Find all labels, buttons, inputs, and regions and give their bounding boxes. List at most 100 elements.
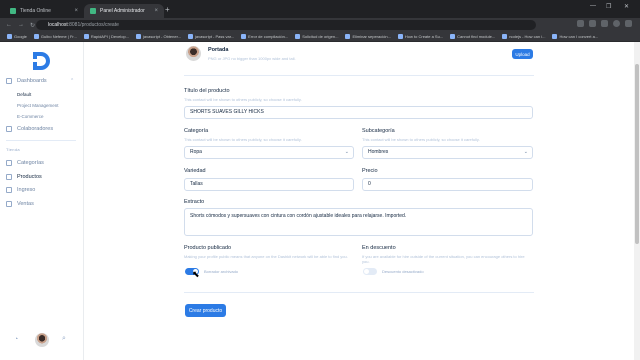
bookmark-favicon-icon [136, 34, 142, 39]
discount-toggle-label: Descuento desactivado [382, 269, 424, 274]
sidebar-item-ingreso[interactable]: Ingreso [6, 187, 35, 193]
product-form: Portada PNG or JPG no bigger than 1000px… [84, 42, 634, 360]
bookmark[interactable]: RapidAPI | Develop... [83, 34, 129, 39]
browser-toolbar: ← → ↻ localhost:8081/productos/create [0, 18, 640, 32]
close-tab-icon[interactable]: × [74, 8, 78, 14]
category-select-value: Ropa [190, 149, 202, 155]
sidebar-subitem-ecommerce[interactable]: E-Commerce [17, 114, 44, 119]
search-icon[interactable]: ⌕ [62, 335, 66, 343]
category-label: Categoría [184, 128, 209, 134]
subcategory-label: Subcategoría [362, 128, 395, 134]
sidebar-item-productos[interactable]: Productos [6, 174, 42, 180]
published-toggle-label: Borrador archivado [204, 269, 239, 274]
bookmark[interactable]: Solicitud de origen... [295, 34, 338, 39]
discount-label: En descuento [362, 245, 396, 251]
bookmark-favicon-icon [241, 34, 247, 39]
sidebar-item-label: Ventas [17, 201, 34, 207]
bookmark[interactable]: Cannot find module... [450, 34, 495, 39]
sidebar-item-label: Dashboards [17, 78, 47, 84]
sidebar-item-label: Categorías [17, 160, 44, 166]
sidebar-item-dashboards[interactable]: Dashboards [6, 78, 47, 84]
category-hint: This contact will be shown to others pub… [184, 137, 302, 142]
sidebar-item-ventas[interactable]: Ventas [6, 201, 34, 207]
sidebar-item-label: Ingreso [17, 187, 36, 193]
cover-hint: PNG or JPG no bigger than 1000px wide an… [208, 56, 296, 61]
profile-icon[interactable] [613, 20, 620, 27]
bookmark-favicon-icon [7, 34, 12, 39]
browser-tab-panel[interactable]: Panel Administrador × [84, 4, 164, 18]
sidebar-subitem-default[interactable]: Default [17, 92, 31, 97]
sidebar-footer: ◔ ⌕ [0, 332, 84, 354]
variety-input[interactable]: Tallas [184, 178, 354, 191]
bookmark[interactable]: Eliminar seperación... [345, 34, 391, 39]
box-icon [6, 174, 12, 180]
subcategory-select-value: Hombres [368, 149, 389, 155]
form-divider [184, 75, 534, 76]
sidebar: Dashboards ⌃ Default Project Management … [0, 42, 84, 360]
chevron-up-icon[interactable]: ⌃ [70, 78, 74, 84]
mouse-cursor-icon: ⬉ [192, 269, 200, 279]
chevron-down-icon: ⌄ [523, 149, 528, 155]
browser-tab-tienda[interactable]: Tienda Online × [4, 4, 84, 18]
minimize-icon[interactable]: — [590, 3, 596, 9]
excerpt-textarea[interactable]: Shorts cómodos y supersuaves con cintura… [184, 208, 533, 236]
maximize-icon[interactable]: ❐ [606, 3, 611, 10]
address-bar[interactable]: localhost:8081/productos/create [36, 20, 536, 30]
bookmark[interactable]: Gulbo Nefeme | Fr... [33, 34, 77, 39]
variety-label: Variedad [184, 168, 206, 174]
sidebar-item-colaboradores[interactable]: Colaboradores [6, 126, 53, 132]
extension-icon[interactable] [601, 20, 608, 27]
bookmark-favicon-icon [295, 34, 301, 39]
bookmark-favicon-icon [397, 34, 403, 39]
close-tab-icon[interactable]: × [154, 8, 158, 14]
sidebar-subitem-project-management[interactable]: Project Management [17, 103, 59, 108]
bookmark[interactable]: Google [7, 34, 27, 39]
new-tab-icon[interactable]: + [165, 5, 170, 14]
page-scrollbar[interactable] [634, 42, 640, 360]
subcategory-select[interactable]: Hombres ⌄ [362, 146, 533, 159]
back-icon[interactable]: ← [6, 22, 12, 28]
chevron-down-icon: ⌄ [344, 149, 349, 155]
extension-icon[interactable] [577, 20, 584, 27]
title-input[interactable]: SHORTS SUAVES GILLY HICKS [184, 106, 533, 119]
menu-icon[interactable] [625, 20, 632, 27]
bell-icon[interactable]: ◔ [14, 336, 18, 343]
extension-icons [577, 20, 632, 27]
bookmark[interactable]: javascript - Pass var... [188, 34, 234, 39]
bookmark[interactable]: How can I convert a... [552, 34, 598, 39]
published-hint: Making your profile public means that an… [184, 254, 348, 259]
browser-tab-strip: Tienda Online × Panel Administrador × + … [0, 0, 640, 18]
sidebar-item-categorias[interactable]: Categorías [6, 160, 44, 166]
discount-toggle[interactable] [363, 268, 377, 275]
cover-title: Portada [208, 47, 229, 53]
inbox-icon [6, 187, 12, 193]
vue-favicon-icon [10, 8, 16, 14]
extension-icon[interactable] [589, 20, 596, 27]
close-window-icon[interactable]: ✕ [624, 3, 629, 10]
cart-icon [6, 201, 12, 207]
bookmark[interactable]: How to Create a Su... [397, 34, 443, 39]
price-input[interactable]: 0 [362, 178, 533, 191]
tag-icon [6, 160, 12, 166]
bookmark-favicon-icon [450, 34, 456, 39]
form-divider [184, 292, 534, 293]
sidebar-divider [6, 140, 76, 141]
bookmark[interactable]: nodejs - How can i... [502, 34, 545, 39]
subcategory-hint: This contact will be shown to others pub… [362, 137, 480, 142]
dashkit-logo-icon [31, 52, 50, 70]
avatar[interactable] [35, 333, 49, 347]
bookmark[interactable]: Error de compilación... [241, 34, 288, 39]
cover-avatar [186, 46, 201, 61]
category-select[interactable]: Ropa ⌄ [184, 146, 354, 159]
bookmark-favicon-icon [502, 34, 508, 39]
reload-icon[interactable]: ↻ [30, 22, 35, 29]
published-label: Producto publicado [184, 245, 232, 251]
forward-icon[interactable]: → [18, 22, 24, 28]
upload-button[interactable]: Upload [512, 49, 533, 59]
create-product-button[interactable]: Crear producto [185, 304, 226, 317]
bookmark[interactable]: javascript - Obtener... [136, 34, 181, 39]
toggle-knob [364, 269, 369, 274]
scrollbar-thumb[interactable] [635, 64, 639, 244]
browser-tab-label: Panel Administrador [100, 8, 145, 14]
url-path: :8081/productos/create [67, 22, 119, 28]
